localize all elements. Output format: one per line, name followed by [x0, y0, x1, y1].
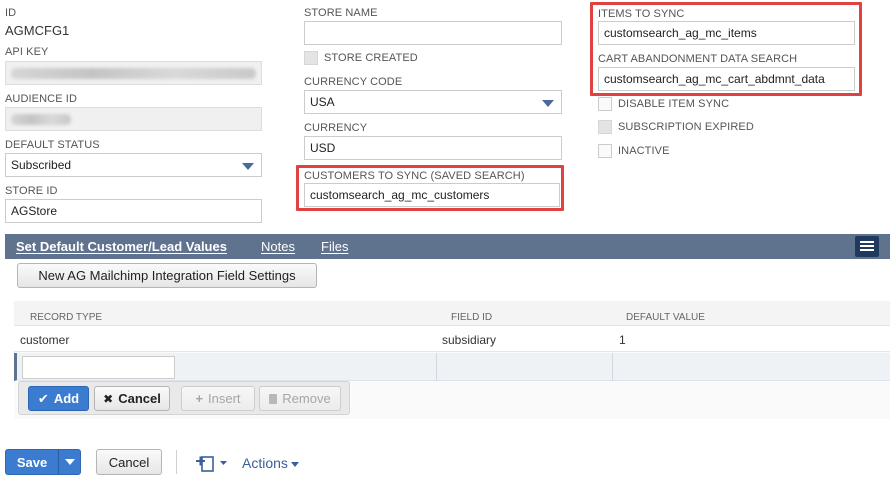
store-name-label: STORE NAME — [304, 7, 378, 19]
subscription-expired-row[interactable]: SUBSCRIPTION EXPIRED — [598, 120, 754, 134]
cart-abandonment-input[interactable]: customsearch_ag_mc_cart_abdmnt_data — [598, 67, 855, 91]
trash-icon — [269, 393, 278, 404]
row-record-type: customer — [20, 333, 70, 347]
chevron-down-icon — [542, 100, 554, 107]
disable-item-sync-row[interactable]: DISABLE ITEM SYNC — [598, 97, 729, 111]
store-id-label: STORE ID — [5, 185, 58, 197]
save-dropdown-button[interactable] — [59, 450, 80, 474]
customers-to-sync-input[interactable]: customsearch_ag_mc_customers — [304, 183, 560, 207]
store-id-input[interactable]: AGStore — [5, 199, 262, 223]
store-name-input[interactable] — [304, 21, 562, 45]
default-status-value: Subscribed — [11, 158, 72, 172]
currency-value: USD — [310, 141, 336, 155]
remove-button[interactable]: Remove — [259, 386, 341, 411]
actions-label: Actions — [242, 455, 288, 471]
tab-set-default-customer-lead-values[interactable]: Set Default Customer/Lead Values — [16, 239, 227, 254]
items-to-sync-value: customsearch_ag_mc_items — [604, 26, 757, 40]
menu-icon[interactable] — [855, 236, 879, 257]
items-to-sync-label: ITEMS TO SYNC — [598, 8, 685, 20]
api-key-label: API KEY — [5, 46, 49, 58]
currency-code-label: CURRENCY CODE — [304, 76, 403, 88]
footer-divider — [176, 450, 177, 474]
inactive-checkbox[interactable] — [598, 144, 612, 158]
plus-icon: + — [195, 391, 204, 406]
currency-code-select[interactable]: USA — [304, 90, 562, 114]
subscription-expired-label: SUBSCRIPTION EXPIRED — [618, 120, 754, 133]
record-type-edit-input[interactable] — [22, 356, 175, 379]
store-created-label: STORE CREATED — [324, 51, 418, 64]
x-icon: ✖ — [103, 391, 114, 406]
currency-input[interactable]: USD — [304, 136, 562, 160]
store-created-checkbox[interactable] — [304, 51, 318, 65]
cancel-line-button[interactable]: ✖ Cancel — [94, 386, 170, 411]
default-status-select[interactable]: Subscribed — [5, 153, 262, 177]
disable-item-sync-label: DISABLE ITEM SYNC — [618, 97, 730, 110]
column-header-field-id: FIELD ID — [451, 312, 493, 323]
remove-label: Remove — [282, 391, 331, 406]
customers-to-sync-value: customsearch_ag_mc_customers — [310, 188, 490, 202]
row-default-value: 1 — [619, 333, 626, 347]
subtab-bar: Set Default Customer/Lead Values Notes F… — [5, 234, 890, 259]
inactive-label: INACTIVE — [618, 144, 670, 157]
add-button-label: Add — [53, 391, 80, 406]
customers-to-sync-label: CUSTOMERS TO SYNC (SAVED SEARCH) — [304, 170, 525, 182]
id-value: AGMCFG1 — [5, 23, 70, 38]
currency-label: CURRENCY — [304, 122, 368, 134]
tab-files[interactable]: Files — [321, 239, 348, 254]
chevron-down-icon — [290, 461, 299, 467]
add-button[interactable]: ✔ Add — [28, 386, 89, 411]
store-id-value: AGStore — [11, 204, 58, 218]
column-header-default-value: DEFAULT VALUE — [626, 312, 705, 323]
disable-item-sync-checkbox[interactable] — [598, 97, 612, 111]
audience-id-field — [5, 107, 262, 131]
items-to-sync-input[interactable]: customsearch_ag_mc_items — [598, 21, 855, 45]
chevron-down-icon — [65, 459, 75, 465]
edit-row-divider — [612, 353, 613, 381]
insert-label: Insert — [208, 391, 241, 406]
default-status-label: DEFAULT STATUS — [5, 139, 100, 151]
inactive-row[interactable]: INACTIVE — [598, 144, 670, 158]
chevron-down-icon — [242, 163, 254, 170]
column-header-record-type: RECORD TYPE — [30, 312, 103, 323]
actions-menu[interactable]: Actions — [242, 455, 299, 471]
new-field-settings-button[interactable]: New AG Mailchimp Integration Field Setti… — [17, 263, 317, 288]
tab-notes[interactable]: Notes — [261, 239, 295, 254]
api-key-field — [5, 61, 262, 85]
new-record-icon[interactable] — [196, 452, 230, 474]
cancel-line-label: Cancel — [118, 391, 161, 406]
store-created-checkbox-row[interactable]: STORE CREATED — [304, 51, 418, 65]
checkmark-icon: ✔ — [37, 390, 49, 406]
save-button-group: Save — [5, 449, 81, 475]
audience-id-label: AUDIENCE ID — [5, 93, 77, 105]
row-field-id: subsidiary — [442, 333, 497, 347]
insert-button[interactable]: + Insert — [181, 386, 255, 411]
save-button[interactable]: Save — [6, 450, 58, 474]
edit-row-divider — [436, 353, 437, 381]
cart-abandonment-label: CART ABANDONMENT DATA SEARCH — [598, 53, 798, 65]
currency-code-value: USA — [310, 95, 335, 109]
id-label: ID — [5, 7, 17, 19]
cancel-button[interactable]: Cancel — [96, 449, 162, 475]
cart-abandonment-value: customsearch_ag_mc_cart_abdmnt_data — [604, 72, 825, 86]
subscription-expired-checkbox[interactable] — [598, 120, 612, 134]
